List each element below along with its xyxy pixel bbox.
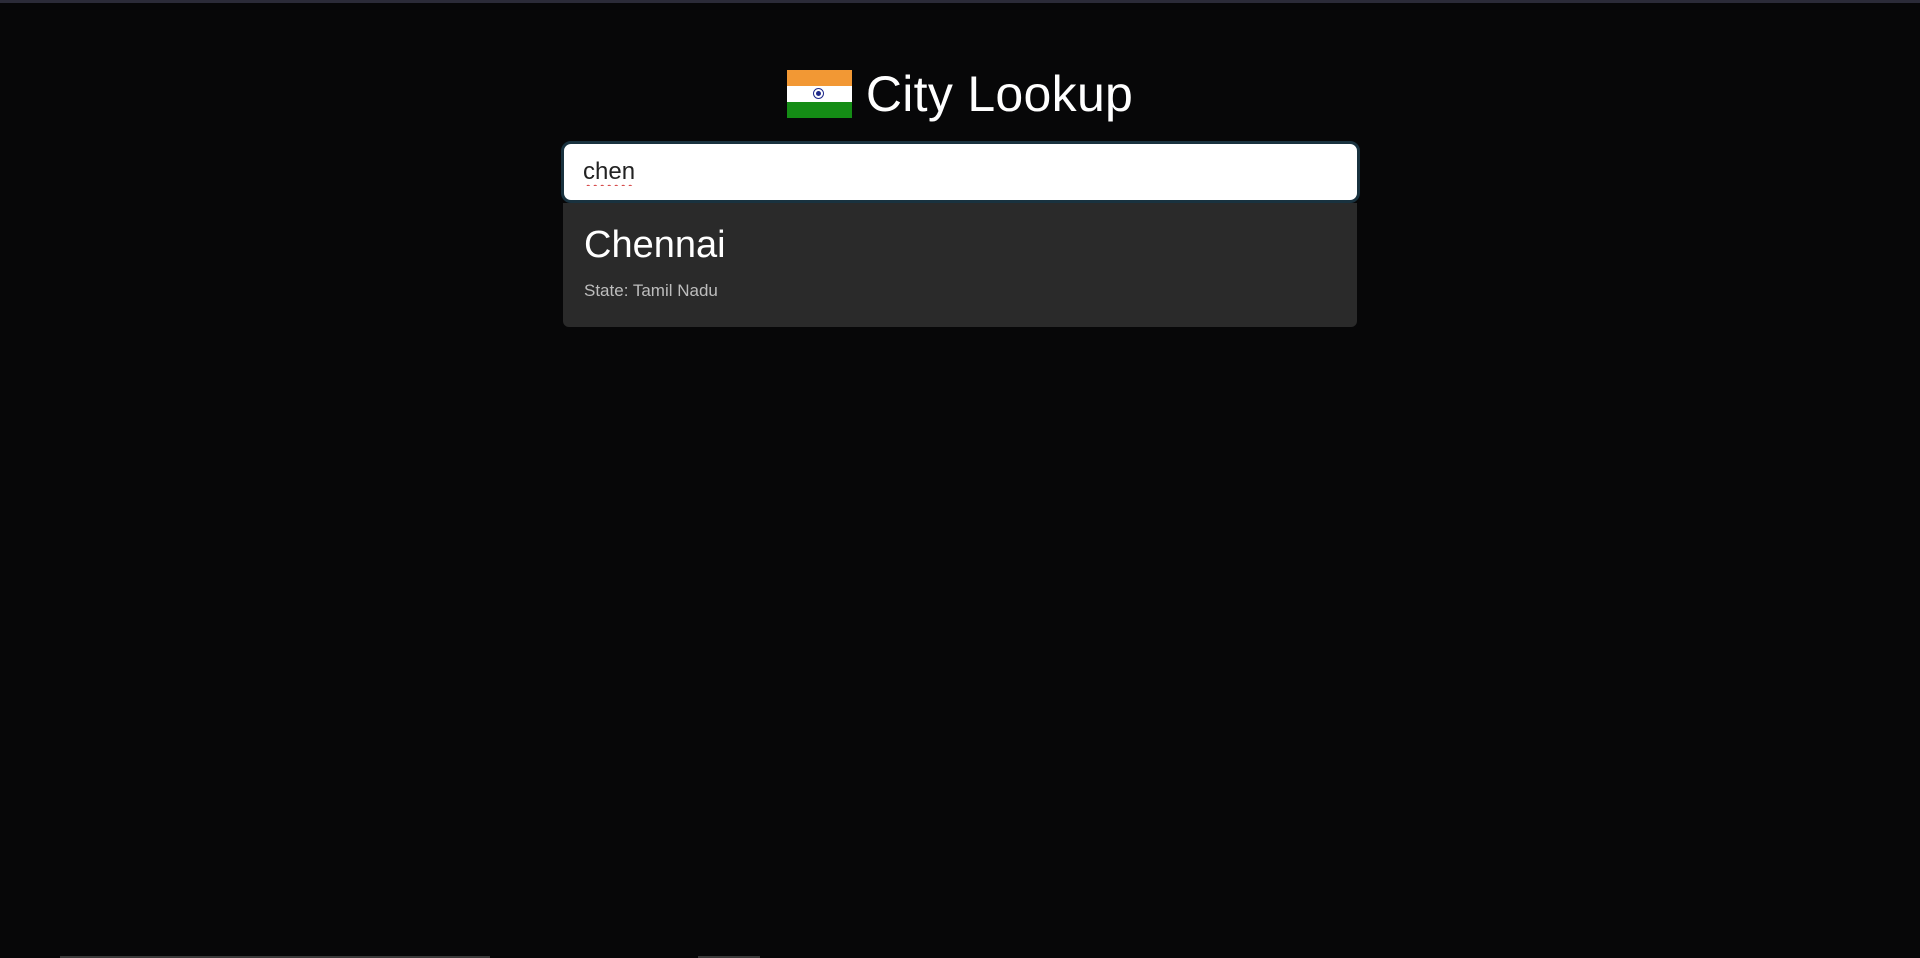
result-city-name: Chennai — [584, 224, 726, 266]
india-flag-icon — [786, 69, 852, 119]
page: City Lookup Chennai State: Tamil Nadu — [0, 0, 1920, 958]
flag-green-band — [786, 102, 852, 119]
flag-saffron-band — [786, 69, 852, 86]
page-title: City Lookup — [865, 66, 1134, 122]
window-top-border — [0, 0, 1920, 3]
search-box[interactable] — [561, 141, 1360, 203]
result-item[interactable]: Chennai State: Tamil Nadu — [584, 223, 1357, 301]
city-search-input[interactable] — [564, 144, 1357, 200]
app-header: City Lookup — [0, 64, 1920, 124]
search-results-dropdown: Chennai State: Tamil Nadu — [563, 203, 1357, 327]
result-state-label: State: Tamil Nadu — [584, 281, 718, 300]
